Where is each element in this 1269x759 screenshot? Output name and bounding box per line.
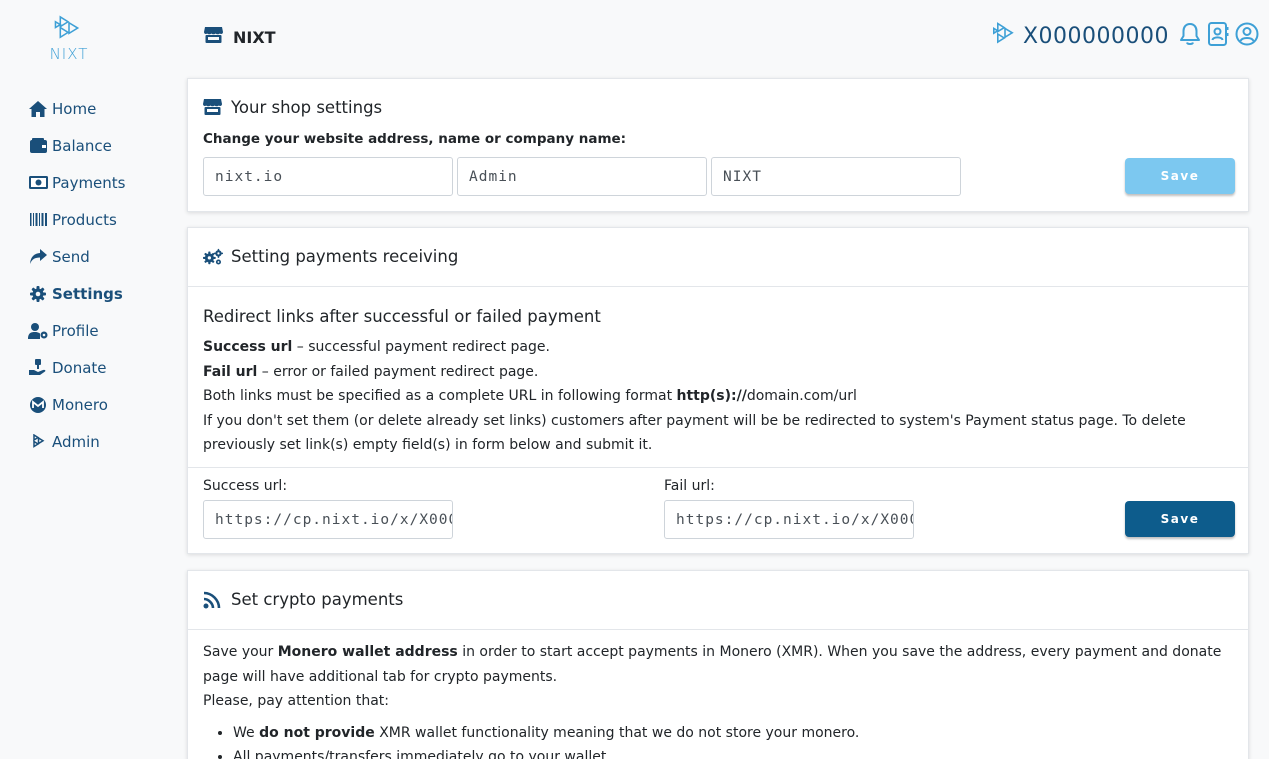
attention-text: Please, pay attention that: (203, 693, 389, 709)
crypto-description: Save your Monero wallet address in order… (203, 640, 1233, 714)
user-circle-icon[interactable] (1235, 22, 1259, 50)
logo-text: NIXT (49, 45, 89, 63)
rss-icon (203, 591, 223, 609)
money-bill-icon (28, 174, 48, 192)
sidebar-item-monero[interactable]: Monero (28, 386, 125, 423)
list-item: All payments/transfers immediately go to… (233, 745, 1263, 759)
sidebar: NIXT Home Balance Payments Products Send… (0, 0, 170, 759)
account-id: X000000000 (1022, 23, 1169, 49)
shop-settings-subtitle: Change your website address, name or com… (203, 131, 627, 147)
format-desc: Both links must be specified as a comple… (203, 384, 1233, 409)
list-item: We do not provide XMR wallet functionali… (233, 721, 1263, 745)
fail-url-field[interactable]: https://cp.nixt.io/x/X000000000 (664, 500, 914, 539)
shop-name: NIXT (233, 27, 276, 47)
monero-icon (28, 396, 48, 414)
crypto-notes-list: We do not provide XMR wallet functionali… (233, 721, 1263, 759)
format-suffix: domain.com/url (746, 388, 857, 404)
divider (188, 629, 1248, 630)
sidebar-item-settings[interactable]: Settings (28, 275, 125, 312)
sidebar-item-donate[interactable]: Donate (28, 349, 125, 386)
redirect-description: Success url – successful payment redirec… (203, 335, 1233, 458)
sidebar-item-label: Payments (52, 173, 126, 192)
user-cog-icon (28, 322, 48, 340)
success-term: Success url (203, 339, 293, 355)
card-title: Set crypto payments (203, 590, 403, 609)
sidebar-item-label: Products (52, 210, 117, 229)
intro-prefix: Save your (203, 644, 278, 660)
success-url-desc: Success url – successful payment redirec… (203, 335, 1233, 360)
sidebar-item-admin[interactable]: Admin (28, 423, 125, 460)
fail-term: Fail url (203, 363, 258, 380)
nixt-logo-icon (54, 15, 80, 39)
company-field[interactable]: NIXT (711, 157, 961, 196)
store-icon (203, 98, 223, 117)
divider (188, 467, 1248, 468)
fail-url-label: Fail url: (664, 478, 715, 494)
success-desc: – successful payment redirect page. (292, 339, 550, 355)
payments-receiving-card: Setting payments receiving Redirect link… (187, 227, 1249, 554)
sidebar-item-send[interactable]: Send (28, 238, 125, 275)
sidebar-nav: Home Balance Payments Products Send Sett… (28, 90, 125, 460)
account-area: X000000000 (992, 22, 1259, 50)
nixt-logo-icon (992, 22, 1017, 50)
card-title: Your shop settings (203, 98, 382, 117)
top-bar: NIXT X000000000 (186, 0, 1269, 75)
sidebar-item-label: Admin (52, 432, 100, 451)
intro-bold: Monero wallet address (277, 644, 458, 660)
sidebar-item-balance[interactable]: Balance (28, 127, 125, 164)
sidebar-item-home[interactable]: Home (28, 90, 125, 127)
contact-card-icon[interactable] (1207, 22, 1229, 50)
share-icon (28, 248, 48, 266)
payments-receiving-title: Setting payments receiving (231, 247, 459, 266)
format-bold: http(s):// (676, 388, 747, 404)
barcode-icon (28, 211, 48, 229)
wallet-icon (28, 137, 48, 155)
sidebar-item-label: Donate (52, 358, 107, 377)
shop-settings-card: Your shop settings Change your website a… (187, 78, 1249, 212)
success-url-field[interactable]: https://cp.nixt.io/x/X000000000 (203, 500, 453, 539)
sidebar-item-label: Settings (52, 284, 123, 303)
format-prefix: Both links must be specified as a comple… (203, 388, 677, 404)
bullet-prefix: We (233, 725, 260, 741)
bullet-suffix: XMR wallet functionality meaning that we… (374, 725, 860, 741)
admin-logo-icon (28, 433, 48, 451)
redirect-note: If you don't set them (or delete already… (203, 412, 1186, 454)
sidebar-item-label: Home (52, 99, 97, 118)
sidebar-item-label: Balance (52, 136, 112, 155)
redirect-heading: Redirect links after successful or faile… (203, 307, 601, 326)
card-title: Setting payments receiving (203, 247, 458, 266)
gear-icon (28, 285, 48, 303)
crypto-intro: Save your Monero wallet address in order… (203, 640, 1233, 689)
shop-title: NIXT (204, 27, 276, 47)
nixt-logo[interactable]: NIXT (48, 15, 90, 63)
shop-settings-title: Your shop settings (231, 98, 383, 117)
sidebar-item-products[interactable]: Products (28, 201, 125, 238)
success-url-label: Success url: (203, 478, 288, 494)
bell-icon[interactable] (1179, 22, 1201, 50)
website-field[interactable]: nixt.io (203, 157, 453, 196)
fail-desc: – error or failed payment redirect page. (257, 363, 539, 380)
sidebar-item-payments[interactable]: Payments (28, 164, 125, 201)
sidebar-item-profile[interactable]: Profile (28, 312, 125, 349)
crypto-payments-card: Set crypto payments Save your Monero wal… (187, 570, 1249, 759)
gears-icon (203, 248, 223, 266)
save-shop-settings-button[interactable]: Save (1125, 158, 1235, 194)
crypto-title: Set crypto payments (231, 590, 404, 609)
fail-url-desc: Fail url – error or failed payment redir… (203, 360, 1233, 385)
name-field[interactable]: Admin (457, 157, 707, 196)
sidebar-item-label: Profile (52, 321, 99, 340)
sidebar-item-label: Monero (52, 395, 108, 414)
save-redirect-links-button[interactable]: Save (1125, 501, 1235, 537)
hand-holding-icon (28, 359, 48, 377)
store-icon (204, 27, 223, 47)
sidebar-item-label: Send (52, 247, 90, 266)
bullet-bold: do not provide (259, 725, 375, 741)
home-icon (28, 100, 48, 118)
divider (188, 286, 1248, 287)
